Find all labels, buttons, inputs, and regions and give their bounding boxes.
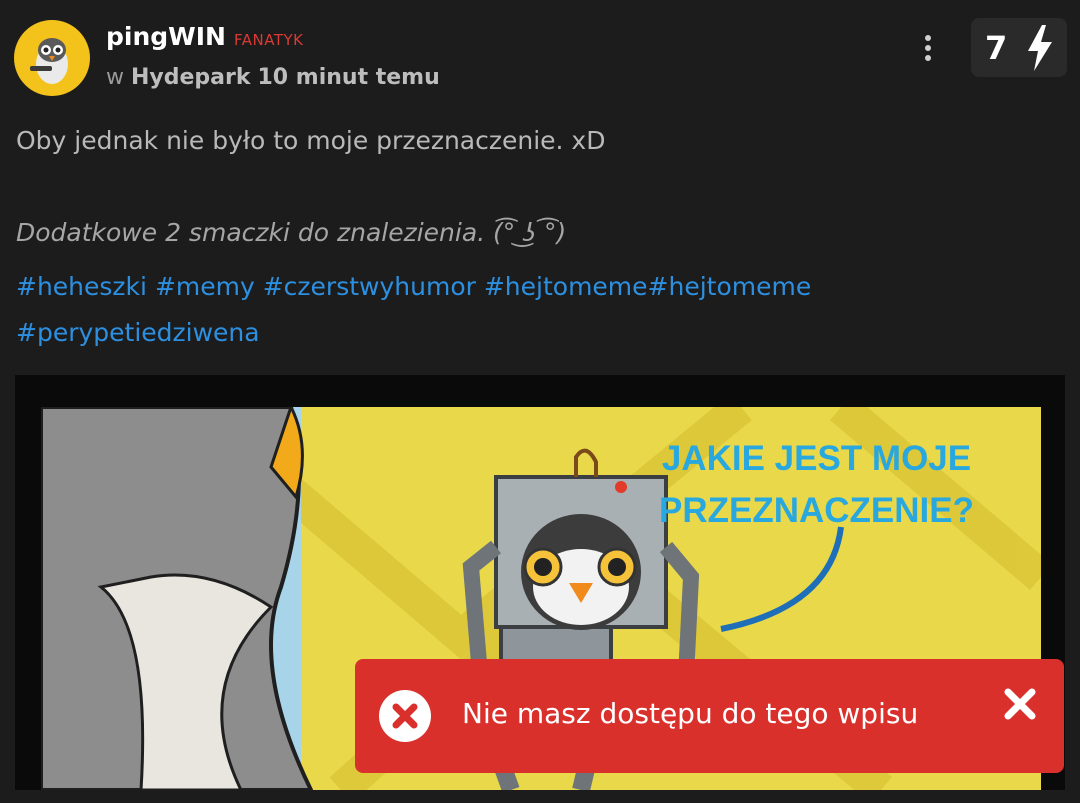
meta-prefix: w — [106, 65, 124, 90]
tag-link[interactable]: #heheszki — [16, 272, 147, 301]
meme-caption-line: JAKIE JEST MOJE — [661, 439, 972, 478]
tag-link[interactable]: #hejtomeme — [484, 272, 648, 301]
more-options-button[interactable] — [916, 30, 940, 66]
more-vertical-icon-dot — [925, 45, 931, 51]
vote-button[interactable]: 7 — [971, 18, 1067, 77]
meme-caption: JAKIE JEST MOJE PRZEZNACZENIE? — [659, 433, 974, 537]
lightning-icon — [1028, 25, 1052, 71]
author-rank-badge: FANATYK — [234, 31, 304, 49]
tag-link[interactable]: #memy — [155, 272, 255, 301]
more-vertical-icon-dot — [925, 55, 931, 61]
author-username[interactable]: pingWIN — [106, 22, 226, 51]
error-toast: Nie masz dostępu do tego wpisu — [355, 659, 1064, 773]
tag-link[interactable]: #perypetiedziwena — [16, 318, 260, 347]
tag-link[interactable]: #hejtomeme — [648, 272, 812, 301]
meme-caption-line: PRZEZNACZENIE? — [659, 491, 974, 530]
more-vertical-icon — [925, 35, 931, 41]
post-meta: w Hydepark 10 minut temu — [106, 65, 440, 90]
community-link[interactable]: Hydepark — [131, 65, 251, 90]
post-time: 10 minut temu — [257, 65, 440, 90]
error-x-circle-icon — [379, 690, 431, 742]
vote-count: 7 — [985, 28, 1008, 67]
post-body: Oby jednak nie było to moje przeznaczeni… — [16, 126, 606, 155]
tag-list: #heheszki #memy #czerstwyhumor #hejtomem… — [16, 264, 1056, 356]
toast-message: Nie masz dostępu do tego wpisu — [462, 697, 919, 730]
post-extra-note: Dodatkowe 2 smaczki do znalezienia. (͡° … — [16, 218, 567, 247]
close-icon[interactable] — [1003, 687, 1037, 721]
author-avatar[interactable] — [14, 20, 90, 96]
tag-link[interactable]: #czerstwyhumor — [263, 272, 476, 301]
